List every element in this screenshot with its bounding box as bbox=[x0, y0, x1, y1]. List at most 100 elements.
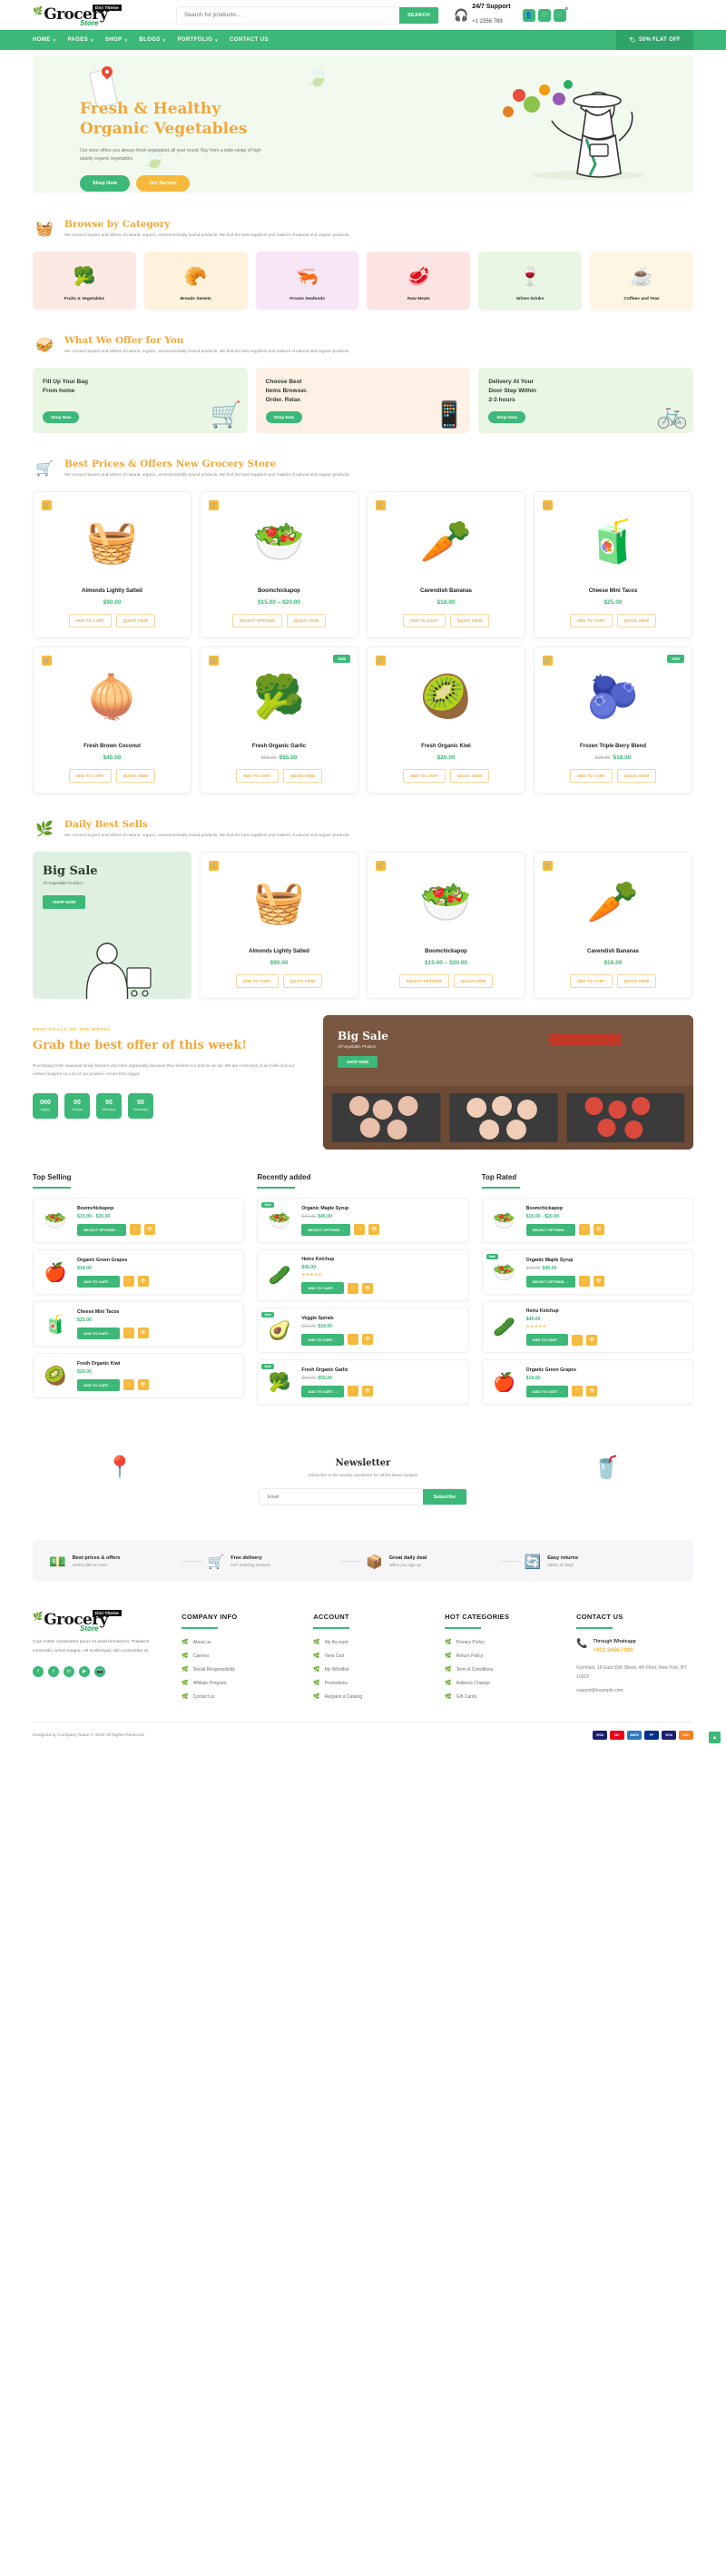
daily-product-card-1[interactable]: 🛒 🥗 Boomchickapop $15.00 – $20.00 SELECT… bbox=[367, 852, 525, 999]
cart-badge-icon[interactable]: 🛒 bbox=[376, 500, 386, 510]
cart-badge-icon[interactable]: 🛒 bbox=[209, 861, 219, 871]
heart-icon[interactable]: ♡ bbox=[537, 8, 551, 22]
quick-view-icon[interactable]: 👁 bbox=[593, 1224, 604, 1235]
list-item[interactable]: 🧃 Cheese Mini Tacos $25.00 ADD TO CART →… bbox=[33, 1301, 245, 1347]
product-action-1[interactable]: QUICK VIEW bbox=[115, 614, 156, 627]
product-card-7[interactable]: 🛒 Sale 🫐 Frozen Triple Berry Blend $25.0… bbox=[534, 646, 692, 794]
add-to-cart-button[interactable]: ADD TO CART → bbox=[77, 1327, 120, 1339]
newsletter-form[interactable]: Subscribe bbox=[259, 1488, 467, 1505]
product-card-6[interactable]: 🛒 🥝 Fresh Organic Kiwi $20.00 ADD TO CAR… bbox=[367, 646, 525, 794]
list-item[interactable]: 🥗 Boomchickapop $15.00 - $20.00 SELECT O… bbox=[481, 1198, 693, 1243]
product-action-1[interactable]: QUICK VIEW bbox=[282, 974, 323, 988]
add-to-cart-button[interactable]: ADD TO CART → bbox=[77, 1378, 120, 1391]
product-action-0[interactable]: ADD TO CART bbox=[68, 614, 112, 627]
product-card-5[interactable]: 🛒 Sale 🥦 Fresh Organic Garlic $65.00 $55.… bbox=[200, 646, 358, 794]
footer-link-3[interactable]: 🌿 Affiliate Program bbox=[182, 1680, 299, 1687]
quick-view-icon[interactable]: 👁 bbox=[593, 1276, 604, 1287]
product-card-1[interactable]: 🛒 🥗 Boomchickapop $15.00 – $20.00 SELECT… bbox=[200, 491, 358, 638]
user-icon[interactable]: 👤 bbox=[522, 8, 535, 22]
product-action-0[interactable]: ADD TO CART bbox=[235, 769, 279, 783]
nav-item-blogs[interactable]: BLOGS ▼ bbox=[139, 37, 166, 43]
wishlist-icon[interactable]: ♡ bbox=[130, 1224, 142, 1235]
list-item[interactable]: Sale 🥑 Veggie Spirals $26.00 $18.00 ADD T… bbox=[257, 1308, 469, 1353]
nav-item-pages[interactable]: PAGES ▼ bbox=[67, 37, 93, 43]
quick-view-icon[interactable]: 👁 bbox=[137, 1327, 149, 1338]
daily-product-card-2[interactable]: 🛒 🥕 Cavendish Bananas $18.00 ADD TO CART… bbox=[534, 852, 692, 999]
product-action-1[interactable]: QUICK VIEW bbox=[616, 769, 657, 783]
product-action-0[interactable]: SELECT OPTIONS bbox=[231, 614, 282, 627]
footer-link-4[interactable]: 🌿 Request a Catalog bbox=[313, 1693, 430, 1701]
list-item[interactable]: 🥝 Fresh Organic Kiwi $20.00 ADD TO CART … bbox=[33, 1353, 245, 1398]
newsletter-subscribe-button[interactable]: Subscribe bbox=[422, 1489, 466, 1505]
wishlist-icon[interactable]: ♡ bbox=[123, 1276, 134, 1287]
deal-banner-shop-now-button[interactable]: SHOP NOW bbox=[338, 1056, 378, 1068]
product-card-3[interactable]: 🛒 🧃 Cheese Mini Tacos $25.00 ADD TO CART… bbox=[534, 491, 692, 638]
footer-link-1[interactable]: 🌿 View Cart bbox=[313, 1653, 430, 1660]
search-button[interactable]: SEARCH bbox=[398, 6, 438, 24]
nav-item-portfolio[interactable]: PORTFOLIO ▼ bbox=[178, 37, 219, 43]
product-action-0[interactable]: ADD TO CART bbox=[569, 769, 613, 783]
product-action-0[interactable]: SELECT OPTIONS bbox=[398, 974, 449, 988]
site-logo[interactable]: 🌿 Grocery Store Divi Theme bbox=[33, 5, 142, 27]
quick-view-icon[interactable]: 👁 bbox=[361, 1282, 373, 1294]
wishlist-icon[interactable]: ♡ bbox=[578, 1276, 590, 1287]
add-to-cart-button[interactable]: ADD TO CART → bbox=[301, 1385, 344, 1397]
footer-link-0[interactable]: 🌿 About us bbox=[182, 1639, 299, 1646]
big-sale-shop-now-button[interactable]: SHOP NOW bbox=[43, 895, 86, 909]
footer-link-2[interactable]: 🌿 Term & Conditions bbox=[445, 1666, 562, 1673]
wishlist-icon[interactable]: ♡ bbox=[123, 1379, 134, 1390]
flat-off-badge[interactable]: 🏷 50% FLAT OFF bbox=[616, 30, 693, 50]
big-sale-promo-card[interactable]: Big Sale All Vegetable Product SHOP NOW bbox=[33, 852, 191, 999]
product-action-1[interactable]: QUICK VIEW bbox=[449, 614, 490, 627]
scroll-to-top-button[interactable]: ▲ bbox=[709, 1732, 721, 1743]
quick-view-icon[interactable]: 👁 bbox=[361, 1334, 373, 1345]
add-to-cart-button[interactable]: ADD TO CART → bbox=[77, 1275, 120, 1288]
product-card-0[interactable]: 🛒 🧺 Almonds Lightly Salted $90.00 ADD TO… bbox=[33, 491, 191, 638]
product-action-0[interactable]: ADD TO CART bbox=[402, 769, 446, 783]
wishlist-icon[interactable]: ♡ bbox=[572, 1386, 584, 1397]
offer-shop-now-button[interactable]: Shop Now bbox=[265, 411, 303, 423]
add-to-cart-button[interactable]: SELECT OPTIONS → bbox=[525, 1223, 575, 1236]
wishlist-icon[interactable]: ♡ bbox=[347, 1282, 358, 1294]
quick-view-icon[interactable]: 👁 bbox=[361, 1386, 373, 1397]
product-card-2[interactable]: 🛒 🥕 Cavendish Bananas $18.00 ADD TO CART… bbox=[367, 491, 525, 638]
quick-view-icon[interactable]: 👁 bbox=[586, 1386, 598, 1397]
footer-link-0[interactable]: 🌿 My Account bbox=[313, 1639, 430, 1646]
product-action-0[interactable]: ADD TO CART bbox=[68, 769, 112, 783]
footer-link-4[interactable]: 🌿 Gift Cards bbox=[445, 1693, 562, 1701]
add-to-cart-button[interactable]: ADD TO CART → bbox=[301, 1333, 344, 1346]
cart-badge-icon[interactable]: 🛒 bbox=[42, 656, 52, 666]
product-action-0[interactable]: ADD TO CART bbox=[569, 614, 613, 627]
cart-badge-icon[interactable]: 🛒 bbox=[209, 656, 219, 666]
quick-view-icon[interactable]: 👁 bbox=[368, 1224, 380, 1235]
footer-link-1[interactable]: 🌿 Return Policy bbox=[445, 1653, 562, 1660]
hero-our-service-button[interactable]: Our Service bbox=[135, 174, 190, 192]
list-item[interactable]: Sale 🥦 Fresh Organic Garlic $65.00 $55.00… bbox=[257, 1359, 469, 1405]
nav-item-contact-us[interactable]: CONTACT US bbox=[230, 37, 269, 43]
offer-shop-now-button[interactable]: Shop Now bbox=[488, 411, 525, 423]
cart-badge-icon[interactable]: 🛒 bbox=[42, 500, 52, 510]
wishlist-icon[interactable]: ♡ bbox=[347, 1334, 358, 1345]
cart-badge-icon[interactable]: 🛒 bbox=[543, 656, 553, 666]
quick-view-icon[interactable]: 👁 bbox=[144, 1224, 156, 1235]
category-card-5[interactable]: ☕ Coffees and Teas bbox=[590, 252, 693, 310]
cart-icon[interactable]: 🛒 0 bbox=[553, 6, 568, 22]
footer-link-4[interactable]: 🌿 Contact us bbox=[182, 1693, 299, 1701]
offer-shop-now-button[interactable]: Shop Now bbox=[43, 411, 80, 423]
wishlist-icon[interactable]: ♡ bbox=[354, 1224, 366, 1235]
nav-item-home[interactable]: HOME ▼ bbox=[33, 37, 56, 43]
quick-view-icon[interactable]: 👁 bbox=[137, 1379, 149, 1390]
list-item[interactable]: Sale 🥗 Organic Maple Syrup $42.00 $45.00 … bbox=[257, 1198, 469, 1243]
add-to-cart-button[interactable]: SELECT OPTIONS → bbox=[77, 1223, 127, 1236]
add-to-cart-button[interactable]: ADD TO CART → bbox=[525, 1334, 569, 1346]
list-item[interactable]: 🥗 Boomchickapop $15.00 - $20.00 SELECT O… bbox=[33, 1198, 245, 1243]
wishlist-icon[interactable]: ♡ bbox=[123, 1327, 134, 1338]
product-action-1[interactable]: QUICK VIEW bbox=[115, 769, 156, 783]
cart-badge-icon[interactable]: 🛒 bbox=[376, 861, 386, 871]
social-icon-2[interactable]: in bbox=[64, 1666, 74, 1678]
category-card-3[interactable]: 🥩 Raw Meats bbox=[367, 252, 471, 310]
category-card-0[interactable]: 🥦 Fruits & Vegetables bbox=[33, 252, 136, 310]
product-action-1[interactable]: QUICK VIEW bbox=[453, 974, 494, 988]
add-to-cart-button[interactable]: SELECT OPTIONS → bbox=[301, 1223, 351, 1236]
list-item[interactable]: Sale 🥗 Organic Maple Syrup $42.00 $45.00 … bbox=[481, 1249, 693, 1295]
